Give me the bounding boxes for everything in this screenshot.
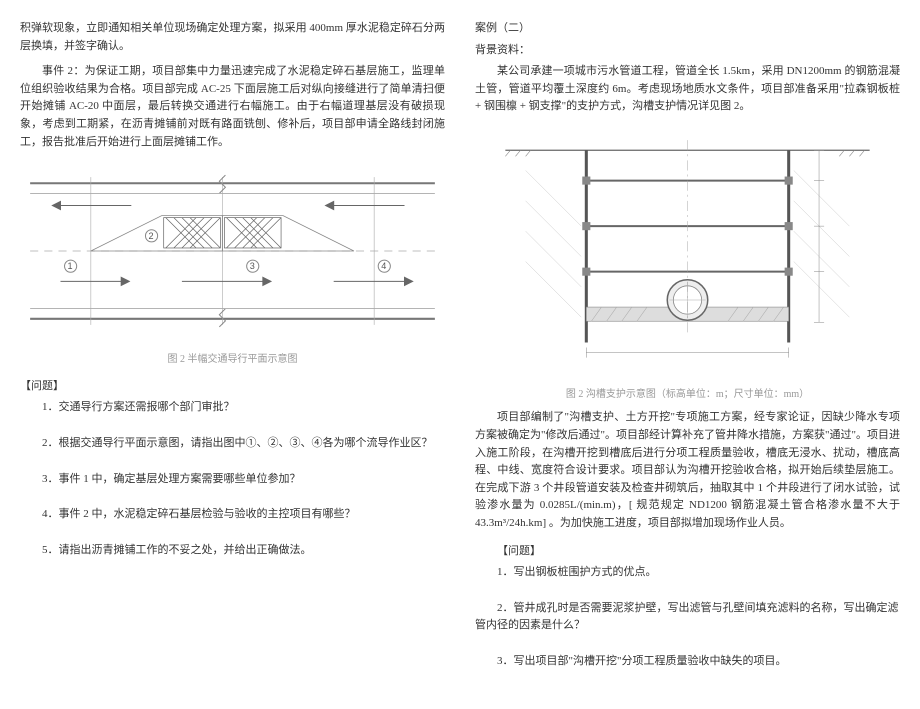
svg-text:3: 3 xyxy=(250,261,255,271)
left-q3: 3．事件 1 中，确定基层处理方案需要哪些单位参加？ xyxy=(20,471,445,489)
left-paragraph-2: 事件 2：为保证工期，项目部集中力量迅速完成了水泥稳定碎石基层施工，监理单位组织… xyxy=(20,63,445,151)
background-title: 背景资料： xyxy=(475,42,900,60)
right-column: 案例（二） 背景资料： 某公司承建一项城市污水管道工程，管道全长 1.5km，采… xyxy=(475,20,900,689)
diagram-2 xyxy=(475,130,900,373)
case-title: 案例（二） xyxy=(475,20,900,38)
diagram-1: 1 2 3 4 xyxy=(20,165,445,337)
right-paragraph-1: 某公司承建一项城市污水管道工程，管道全长 1.5km，采用 DN1200mm 的… xyxy=(475,63,900,116)
diagram-2-caption: 图 2 沟槽支护示意图（标高单位：m；尺寸单位：mm） xyxy=(475,387,900,403)
diagram-1-caption: 图 2 半幅交通导行平面示意图 xyxy=(20,352,445,368)
right-q2: 2．管井成孔时是否需要泥浆护壁，写出滤管与孔壁间填充滤料的名称，写出确定滤管内径… xyxy=(475,600,900,635)
right-paragraph-2: 项目部编制了"沟槽支护、土方开挖"专项施工方案，经专家论证，因缺少降水专项方案被… xyxy=(475,409,900,532)
svg-text:1: 1 xyxy=(68,261,73,271)
right-q3: 3．写出项目部"沟槽开挖"分项工程质量验收中缺失的项目。 xyxy=(475,653,900,671)
svg-text:4: 4 xyxy=(381,261,386,271)
left-q1: 1．交通导行方案还需报哪个部门审批？ xyxy=(20,399,445,417)
left-q2: 2．根据交通导行平面示意图，请指出图中①、②、③、④各为哪个流导作业区？ xyxy=(20,435,445,453)
left-paragraph-1: 积弹软现象，立即通知相关单位现场确定处理方案，拟采用 400mm 厚水泥稳定碎石… xyxy=(20,20,445,55)
right-questions-label: 【问题】 xyxy=(475,543,900,561)
left-questions-label: 【问题】 xyxy=(20,378,445,396)
svg-text:2: 2 xyxy=(149,231,154,241)
left-q5: 5．请指出沥青摊铺工作的不妥之处，并给出正确做法。 xyxy=(20,542,445,560)
left-q4: 4．事件 2 中，水泥稳定碎石基层检验与验收的主控项目有哪些？ xyxy=(20,506,445,524)
right-q1: 1．写出钢板桩围护方式的优点。 xyxy=(475,564,900,582)
left-column: 积弹软现象，立即通知相关单位现场确定处理方案，拟采用 400mm 厚水泥稳定碎石… xyxy=(20,20,445,689)
